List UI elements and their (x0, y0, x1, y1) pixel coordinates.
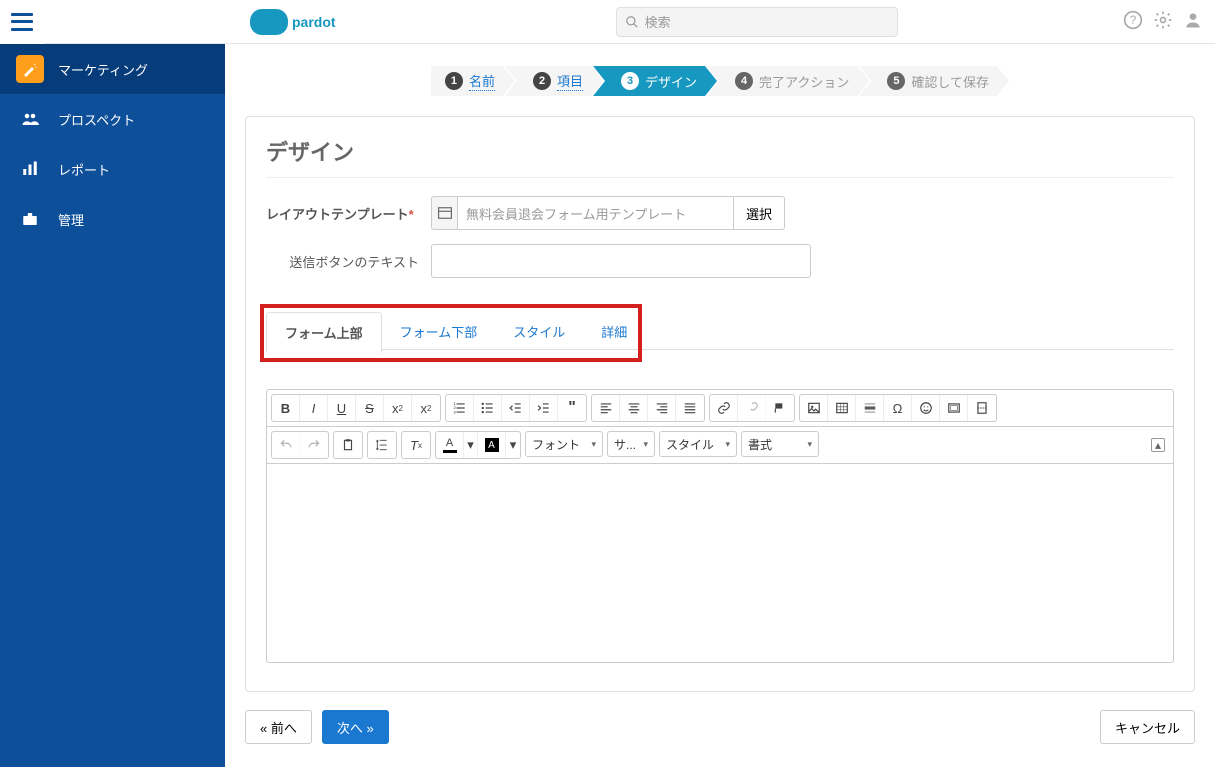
tab-style[interactable]: スタイル (495, 312, 583, 353)
salesforce-cloud-icon (250, 9, 288, 35)
underline-button[interactable]: U (328, 395, 356, 421)
svg-text:1: 1 (453, 402, 455, 406)
layout-template-value: 無料会員退会フォーム用テンプレート (457, 196, 733, 230)
font-select[interactable]: フォント▾ (525, 431, 603, 457)
help-icon[interactable]: ? (1123, 10, 1143, 33)
tab-form-top[interactable]: フォーム上部 (266, 312, 382, 353)
sidebar-item-admin[interactable]: 管理 (0, 194, 225, 244)
subscript-button[interactable]: x2 (384, 395, 412, 421)
align-center-button[interactable] (620, 395, 648, 421)
editor-textarea[interactable] (267, 464, 1173, 662)
layout-template-label: レイアウトテンプレート* (266, 204, 431, 223)
italic-button[interactable]: I (300, 395, 328, 421)
sidebar-label: マーケティング (58, 60, 148, 79)
undo-button[interactable] (272, 432, 300, 458)
template-icon (431, 196, 457, 230)
logo-text: pardot (292, 14, 336, 30)
indent-button[interactable] (530, 395, 558, 421)
svg-text:?: ? (1130, 14, 1137, 27)
paste-button[interactable] (334, 432, 362, 458)
special-char-button[interactable]: Ω (884, 395, 912, 421)
collapse-toolbar-button[interactable]: ▴ (1151, 438, 1165, 452)
format-select[interactable]: 書式▾ (741, 431, 819, 457)
next-button[interactable]: 次へ » (322, 710, 389, 744)
outdent-button[interactable] (502, 395, 530, 421)
align-right-button[interactable] (648, 395, 676, 421)
rich-text-editor: B I U S x2 x2 123 " (266, 389, 1174, 663)
prev-button[interactable]: « 前へ (245, 710, 312, 744)
briefcase-icon (16, 205, 44, 233)
wand-icon (16, 55, 44, 83)
align-left-button[interactable] (592, 395, 620, 421)
sidebar-label: 管理 (58, 210, 84, 229)
svg-text:2: 2 (453, 406, 455, 410)
user-icon[interactable] (1183, 10, 1203, 33)
style-select[interactable]: スタイル▾ (659, 431, 737, 457)
strike-button[interactable]: S (356, 395, 384, 421)
users-icon (16, 105, 44, 133)
sidebar-item-report[interactable]: レポート (0, 144, 225, 194)
emoji-button[interactable] (912, 395, 940, 421)
step-fields[interactable]: 2項目 (505, 66, 603, 96)
search-input[interactable]: 検索 (616, 7, 898, 37)
bg-color-button[interactable]: A (478, 432, 506, 458)
select-template-button[interactable]: 選択 (733, 196, 785, 230)
page-title: デザイン (266, 135, 1174, 167)
sidebar-label: プロスペクト (58, 110, 135, 129)
table-button[interactable] (828, 395, 856, 421)
gear-icon[interactable] (1153, 10, 1173, 33)
submit-text-label: 送信ボタンのテキスト (266, 252, 431, 271)
image-button[interactable] (800, 395, 828, 421)
submit-text-input[interactable] (431, 244, 811, 278)
wizard-steps: 1名前 2項目 3デザイン 4完了アクション 5確認して保存 (245, 66, 1195, 96)
size-select[interactable]: サ...▾ (607, 431, 655, 457)
step-name[interactable]: 1名前 (431, 66, 515, 96)
sidebar-item-marketing[interactable]: マーケティング (0, 44, 225, 94)
iframe-button[interactable] (940, 395, 968, 421)
hr-button[interactable] (856, 395, 884, 421)
search-icon (625, 15, 639, 29)
search-placeholder: 検索 (645, 12, 671, 31)
step-complete: 4完了アクション (707, 66, 869, 96)
step-confirm: 5確認して保存 (859, 66, 1009, 96)
tab-detail[interactable]: 詳細 (583, 312, 645, 353)
unlink-button[interactable] (738, 395, 766, 421)
tab-form-bottom[interactable]: フォーム下部 (382, 312, 496, 353)
blockquote-button[interactable]: " (558, 395, 586, 421)
text-color-caret[interactable]: ▾ (464, 432, 478, 458)
svg-text:3: 3 (453, 410, 455, 414)
unordered-list-button[interactable] (474, 395, 502, 421)
menu-toggle-icon[interactable] (11, 13, 33, 31)
step-design[interactable]: 3デザイン (593, 66, 717, 96)
superscript-button[interactable]: x2 (412, 395, 440, 421)
remove-format-button[interactable]: Tx (402, 432, 430, 458)
sidebar-label: レポート (58, 160, 110, 179)
cancel-button[interactable]: キャンセル (1100, 710, 1195, 744)
line-height-button[interactable] (368, 432, 396, 458)
redo-button[interactable] (300, 432, 328, 458)
sidebar-item-prospect[interactable]: プロスペクト (0, 94, 225, 144)
anchor-button[interactable] (766, 395, 794, 421)
align-justify-button[interactable] (676, 395, 704, 421)
bold-button[interactable]: B (272, 395, 300, 421)
text-color-button[interactable]: A (436, 432, 464, 458)
link-button[interactable] (710, 395, 738, 421)
chart-icon (16, 155, 44, 183)
ordered-list-button[interactable]: 123 (446, 395, 474, 421)
brand-logo: pardot (250, 9, 336, 35)
pagebreak-button[interactable] (968, 395, 996, 421)
bg-color-caret[interactable]: ▾ (506, 432, 520, 458)
